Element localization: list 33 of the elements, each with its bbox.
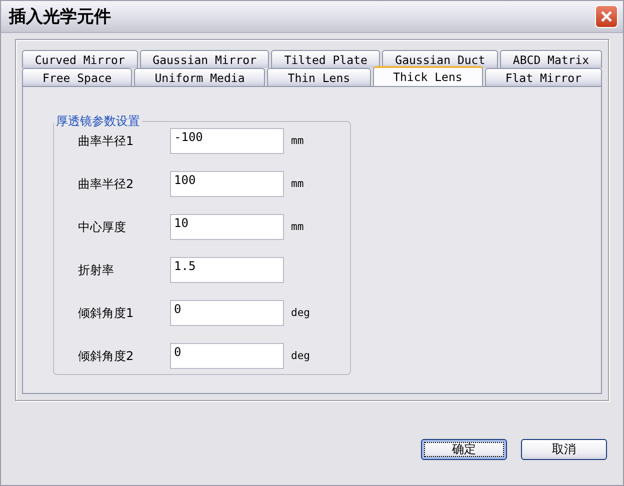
tab[interactable]: Free Space	[22, 68, 132, 86]
input-field[interactable]: 100	[170, 171, 284, 197]
tab[interactable]: Uniform Media	[134, 68, 266, 86]
unit-label: deg	[291, 307, 310, 319]
window-title: 插入光学元件	[9, 6, 111, 28]
field-label: 折射率	[77, 262, 115, 278]
tab[interactable]: Flat Mirror	[484, 68, 602, 86]
tab[interactable]: ABCD Matrix	[500, 50, 602, 68]
input-field[interactable]: 0	[170, 300, 284, 326]
input-field[interactable]: -100	[170, 128, 284, 154]
input-field[interactable]: 10	[170, 214, 284, 240]
ok-button[interactable]: 确定	[421, 439, 507, 460]
input-field[interactable]: 1.5	[170, 257, 284, 283]
unit-label: mm	[291, 135, 304, 147]
unit-label: deg	[291, 350, 310, 362]
close-icon	[600, 10, 613, 23]
field-label: 倾斜角度2	[77, 348, 135, 364]
input-field[interactable]: 0	[170, 343, 284, 369]
field-label: 曲率半径1	[77, 132, 135, 150]
close-button[interactable]	[595, 5, 618, 28]
tab[interactable]: Gaussian Mirror	[140, 50, 270, 68]
group-title: 厚透镜参数设置	[55, 113, 141, 130]
unit-label: mm	[291, 178, 304, 190]
field-label: 曲率半径2	[77, 176, 135, 192]
unit-label: mm	[291, 221, 304, 233]
tab[interactable]: Gaussian Duct	[382, 50, 498, 68]
tab[interactable]: Tilted Plate	[271, 50, 380, 68]
field-label: 倾斜角度1	[77, 304, 135, 322]
tab[interactable]: Thick Lens	[372, 66, 483, 86]
cancel-button[interactable]: 取消	[521, 439, 607, 460]
field-label: 中心厚度	[77, 218, 127, 236]
tab[interactable]: Curved Mirror	[22, 50, 138, 68]
tab[interactable]: Thin Lens	[267, 68, 371, 86]
